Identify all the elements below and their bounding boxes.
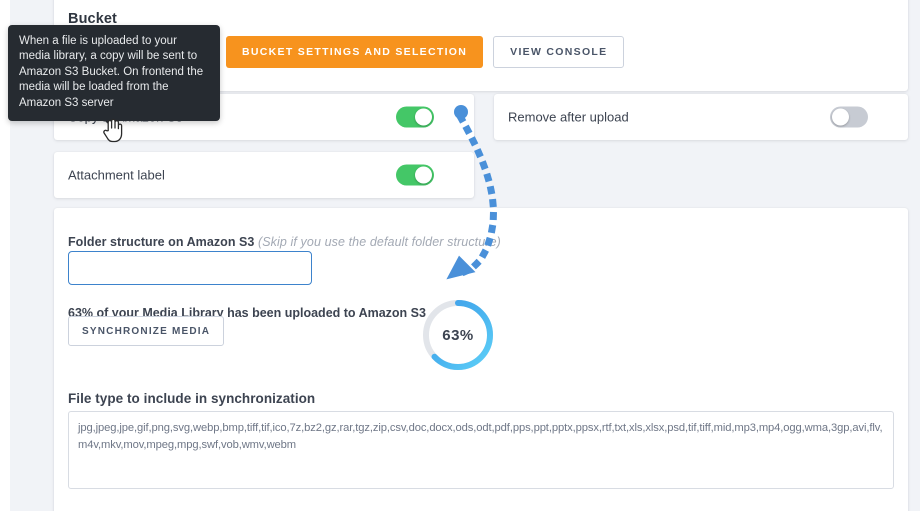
remove-after-upload-label: Remove after upload	[508, 109, 629, 125]
remove-after-upload-toggle[interactable]	[830, 106, 868, 128]
synchronize-media-button[interactable]: SYNCHRONIZE MEDIA	[68, 316, 225, 346]
header-actions: BUCKET SETTINGS AND SELECTION VIEW CONSO…	[226, 36, 625, 68]
attachment-label-toggle[interactable]	[396, 164, 434, 186]
bucket-settings-and-selection-button[interactable]: BUCKET SETTINGS AND SELECTION	[226, 36, 484, 68]
folder-structure-hint: (Skip if you use the default folder stru…	[257, 235, 501, 249]
settings-page: Bucket BUCKET SETTINGS AND SELECTION VIE…	[0, 0, 920, 511]
view-console-button[interactable]: VIEW CONSOLE	[493, 36, 625, 68]
folder-structure-label: Folder structure on Amazon S3 (Skip if y…	[68, 235, 501, 249]
attachment-label-label: Attachment label	[68, 167, 165, 183]
folder-structure-label-text: Folder structure on Amazon S3	[68, 235, 255, 249]
sync-settings-card: Folder structure on Amazon S3 (Skip if y…	[54, 208, 908, 511]
copy-to-amazon-s3-tooltip: When a file is uploaded to your media li…	[8, 25, 220, 129]
setting-row-remove-after-upload: Remove after upload	[494, 94, 908, 140]
sync-progress-ring: 63%	[420, 297, 496, 373]
file-type-textarea[interactable]	[68, 411, 894, 489]
setting-row-attachment-label: Attachment label	[54, 152, 474, 198]
file-type-label: File type to include in synchronization	[68, 391, 316, 406]
progress-percent-label: 63%	[442, 326, 474, 344]
tooltip-text: When a file is uploaded to your media li…	[19, 35, 204, 109]
toggle-knob	[415, 166, 432, 184]
folder-structure-input[interactable]	[68, 251, 312, 285]
toggle-knob	[415, 108, 432, 126]
toggle-knob	[832, 108, 849, 126]
copy-to-amazon-s3-toggle[interactable]	[396, 106, 434, 128]
